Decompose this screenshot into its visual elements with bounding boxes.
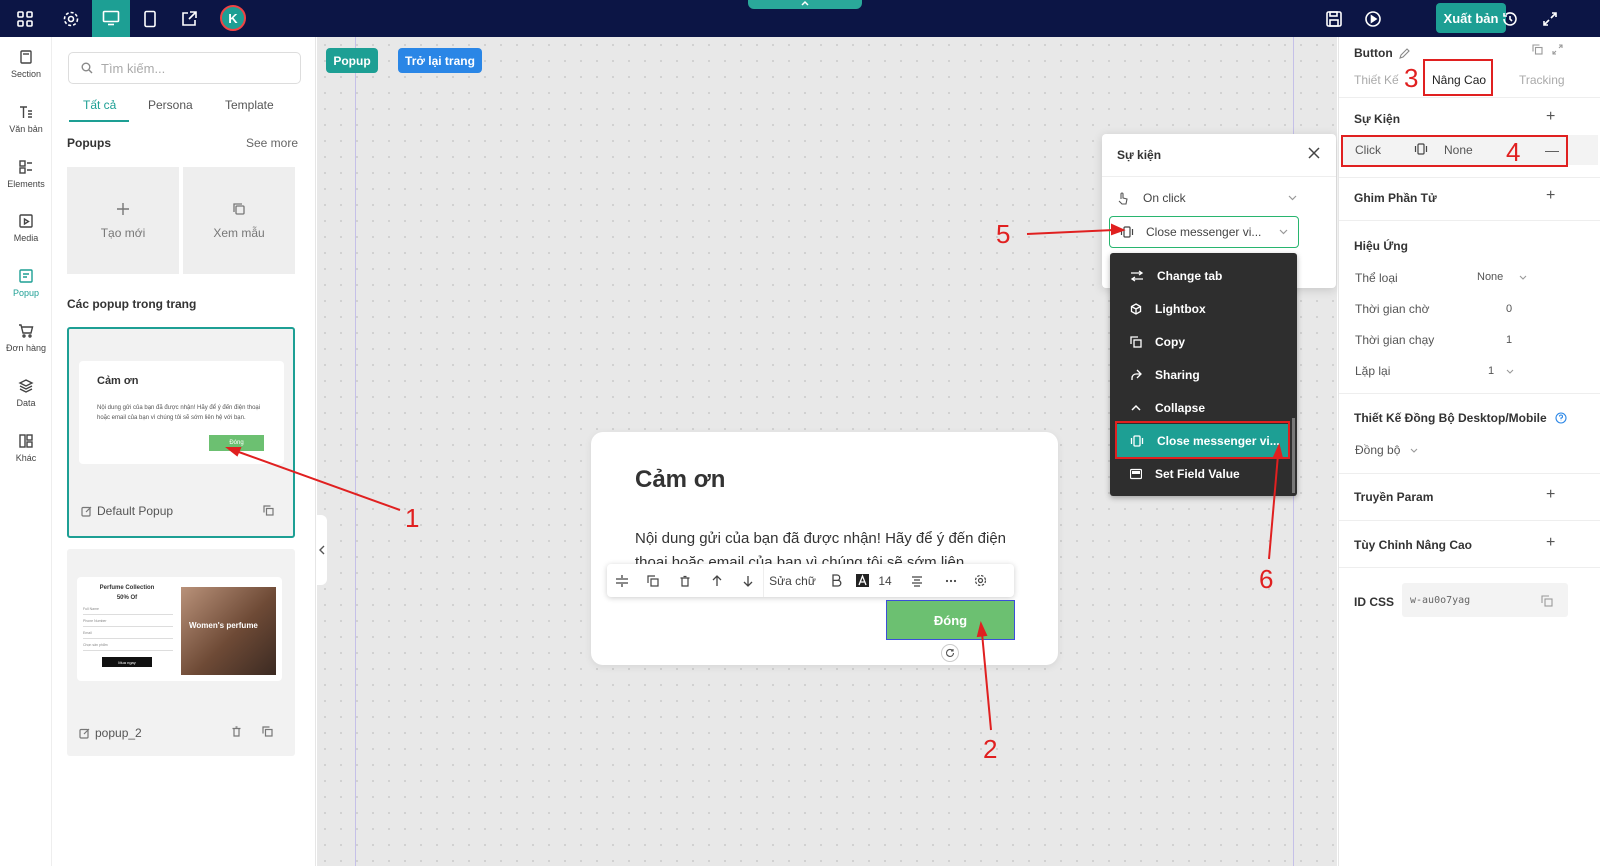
annotation-number-2: 2 [983,734,998,764]
arrowhead-2 [976,620,988,638]
annotation-number-6: 6 [1259,564,1274,594]
annotation-arrows [225,223,1284,731]
annotation-number-4: 4 [1506,137,1521,167]
arrow-1 [235,450,401,511]
arrow-5 [1026,229,1115,235]
arrowhead-1 [225,447,242,457]
arrow-6 [1268,454,1279,560]
arrow-2 [981,632,992,731]
annotation-number-1: 1 [405,503,420,533]
arrowhead-5 [1111,223,1126,236]
annotation-number-5: 5 [996,219,1011,249]
annotation-number-3: 3 [1404,63,1419,93]
arrowhead-6 [1272,442,1284,460]
